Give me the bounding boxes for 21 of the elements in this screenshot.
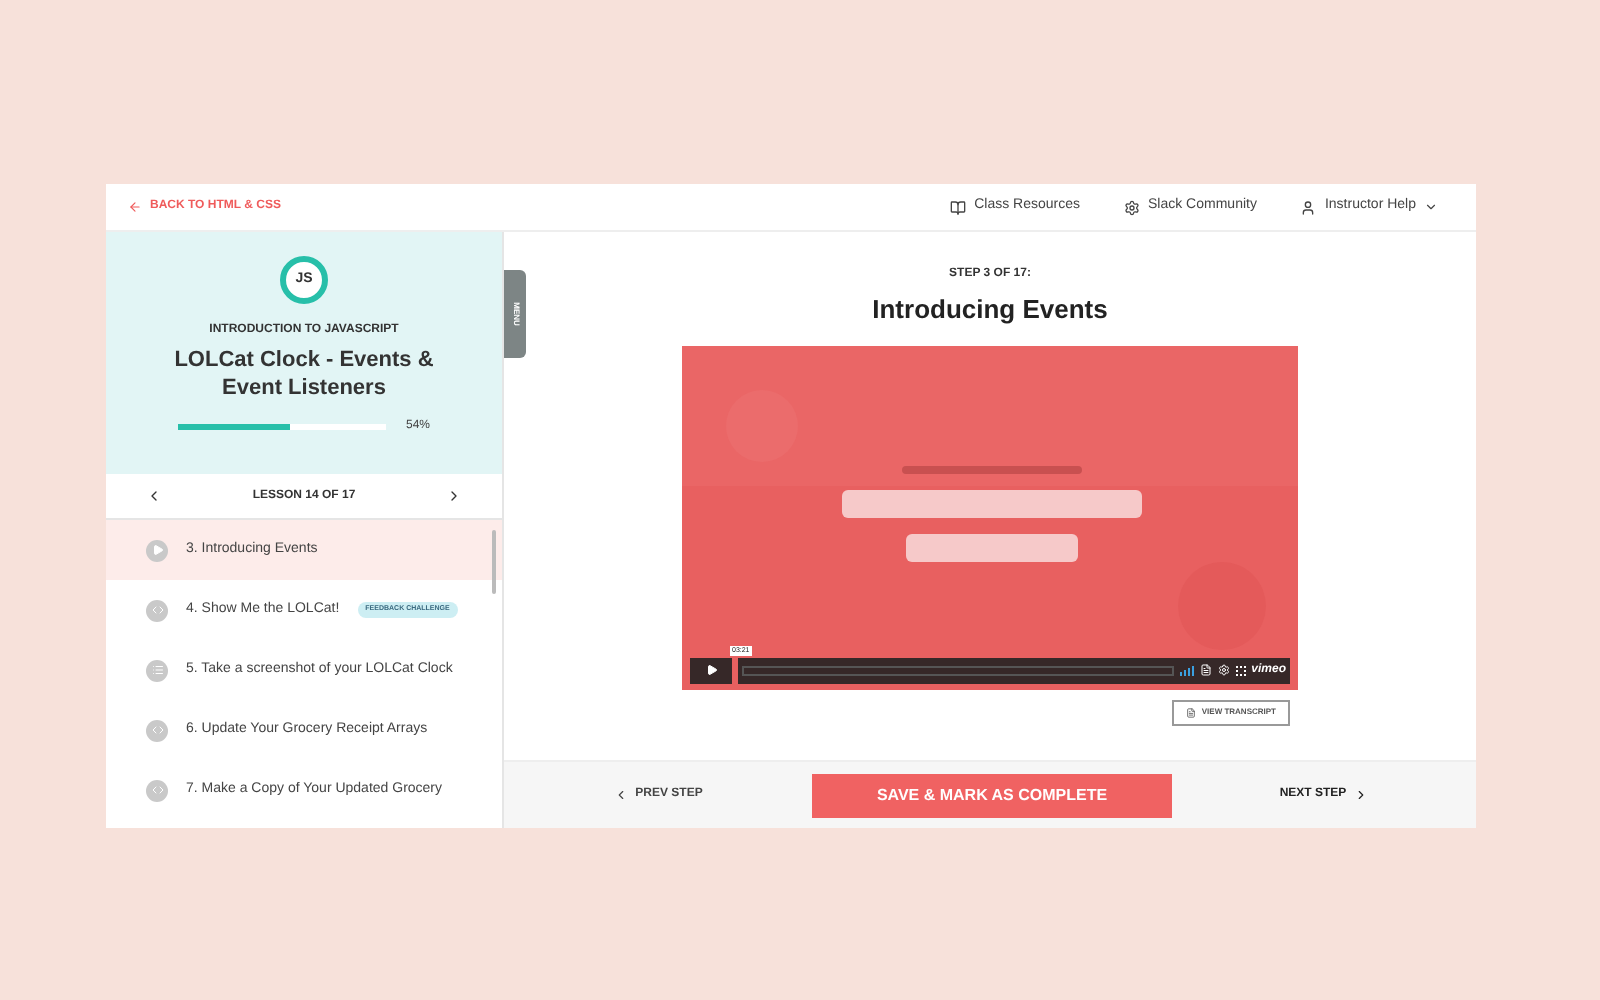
play-icon [705, 664, 717, 676]
code-icon [146, 599, 168, 621]
lesson-title: LOLCat Clock - Events & Event Listeners [172, 346, 436, 402]
previous-lesson-icon[interactable] [146, 488, 162, 504]
settings-icon[interactable] [1217, 664, 1230, 676]
chevron-right-icon [1354, 788, 1369, 802]
chevron-down-icon [1424, 200, 1438, 214]
scrollbar[interactable] [492, 530, 496, 594]
chevron-left-icon [613, 788, 628, 802]
code-icon [146, 779, 168, 801]
arrow-left-icon [128, 200, 142, 214]
book-icon [950, 199, 967, 215]
user-icon [1300, 199, 1317, 215]
document-icon [1185, 707, 1196, 717]
step-title: Introducing Events [872, 292, 1108, 328]
play-icon [146, 539, 168, 561]
fullscreen-icon[interactable] [1235, 665, 1246, 675]
code-icon [146, 719, 168, 741]
play-button[interactable] [690, 657, 732, 683]
list-icon [146, 659, 168, 681]
gear-icon [1124, 199, 1140, 215]
